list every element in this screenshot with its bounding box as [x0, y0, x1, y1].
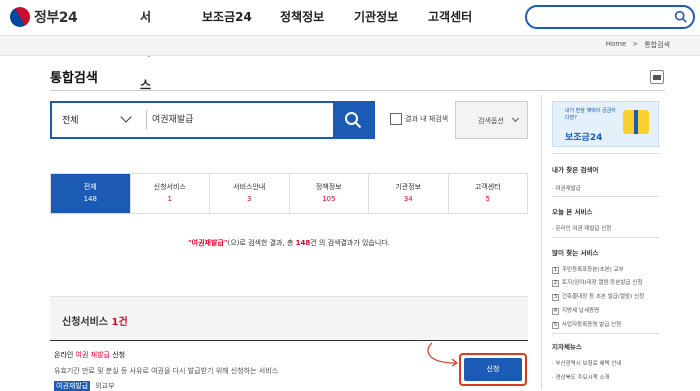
rank-number: 4: [552, 308, 559, 315]
result-tabs: 전체 148 신청서비스 1 서비스안내 3 정책정보 105 기관정보 34 …: [50, 173, 528, 214]
result-item-title[interactable]: 온라인 여권 재발급 신청: [54, 350, 125, 360]
sidebar-my-keyword[interactable]: · 여권재발급: [552, 184, 581, 192]
nav-item-services[interactable]: 서비스: [140, 0, 151, 92]
subsidy24-banner[interactable]: 내가 받을 혜택이 궁금하다면? 보조금24: [552, 101, 659, 147]
search-scope-select[interactable]: 전체: [62, 113, 79, 126]
result-total: 148: [295, 239, 311, 247]
search-icon[interactable]: [674, 10, 687, 23]
nav-item-policy[interactable]: 정책정보: [280, 0, 340, 36]
sidebar-popular-item[interactable]: 3 건축물대장 등·초본 발급(열람) 신청: [552, 292, 644, 301]
popular-item-label: 지방세 납세증명: [562, 308, 600, 314]
chevron-down-icon: [511, 114, 520, 123]
breadcrumb: Home > 통합검색: [606, 40, 670, 50]
popular-item-label: 주민등록표등본(초본) 교부: [562, 267, 624, 273]
rank-number: 1: [552, 267, 559, 274]
header-search-input[interactable]: [525, 5, 695, 29]
tab-policy-info[interactable]: 정책정보 105: [288, 174, 368, 213]
sidebar-popular-item[interactable]: 2 토지(임야)대장 열람·등본발급 신청: [552, 278, 642, 287]
chevron-down-icon[interactable]: [120, 111, 132, 123]
apply-button[interactable]: 신청: [464, 358, 522, 381]
banner-caption: 내가 받을 혜택이 궁금하다면?: [565, 108, 616, 121]
sidebar-popular-item[interactable]: 4 지방세 납세증명: [552, 306, 599, 315]
section-title: 신청서비스 1건: [62, 313, 128, 328]
site-header: 정부24 서비스 보조금24 정책정보 기관정보 고객센터: [0, 0, 700, 92]
breadcrumb-home[interactable]: Home: [606, 40, 627, 50]
sidebar-divider: [552, 196, 659, 197]
tab-count: 3: [247, 195, 252, 203]
item-title-prefix: 온라인: [54, 351, 76, 359]
tab-label: 고객센터: [474, 183, 501, 191]
tab-label: 정책정보: [315, 183, 342, 191]
sidebar-popular-item[interactable]: 5 사업자등록증명 발급 신청: [552, 320, 621, 329]
search-icon: [345, 112, 362, 129]
rank-number: 2: [552, 280, 559, 287]
search-within-label[interactable]: 결과 내 재검색: [405, 114, 448, 124]
result-summary: "여권재발급"(으)로 검색한 결과, 총 148건 의 검색결과가 있습니다.: [50, 238, 528, 248]
breadcrumb-separator: >: [632, 40, 639, 48]
sidebar-popular-title: 많이 찾는 서비스: [552, 249, 599, 257]
tab-all[interactable]: 전체 148: [51, 174, 130, 213]
result-text-tail: 건 의 검색결과가 있습니다.: [310, 239, 390, 247]
popular-item-label: 건축물대장 등·초본 발급(열람) 신청: [562, 294, 645, 300]
tab-count: 105: [322, 195, 336, 203]
rank-number: 3: [552, 294, 559, 301]
tab-agency-info[interactable]: 기관정보 34: [368, 174, 448, 213]
sidebar-news-title: 지자체뉴스: [552, 343, 582, 351]
tab-count: 5: [485, 195, 490, 203]
search-button[interactable]: [333, 101, 375, 139]
annotation-arrow-icon: [427, 342, 459, 367]
search-options-label: 검색옵션: [478, 117, 504, 125]
sidebar-today-item[interactable]: · 온라인 여권 재발급 신청: [552, 224, 611, 232]
breadcrumb-bar: Home > 통합검색: [0, 36, 700, 56]
result-keyword: "여권재발급": [188, 239, 228, 247]
sidebar-today-title: 오늘 본 서비스: [552, 208, 593, 216]
tab-label: 기관정보: [395, 183, 422, 191]
sidebar: 내가 받을 혜택이 궁금하다면? 보조금24 내가 찾은 검색어 · 여권재발급…: [541, 95, 665, 390]
result-item-description: 유효기간 만료 및 분실 등 사유로 여권을 다시 발급받기 위해 신청하는 서…: [54, 367, 279, 375]
title-divider: [50, 90, 665, 91]
result-text: (으)로 검색한 결과, 총: [227, 239, 296, 247]
section-header: 신청서비스 1건: [50, 296, 528, 340]
site-logo-text: 정부24: [34, 10, 78, 26]
search-options-button[interactable]: 검색옵션: [455, 101, 528, 139]
tab-count: 1: [167, 195, 172, 203]
nav-item-subsidy24[interactable]: 보조금24: [202, 0, 262, 36]
search-within-checkbox[interactable]: [390, 113, 402, 125]
sidebar-news-item[interactable]: · 부산광역시 보험료 혜택 안내: [552, 359, 621, 367]
tab-count: 148: [83, 195, 97, 203]
nav-item-agency[interactable]: 기관정보: [354, 0, 414, 36]
rank-number: 5: [552, 322, 559, 329]
sidebar-popular-item[interactable]: 1 주민등록표등본(초본) 교부: [552, 265, 624, 274]
tab-label: 신청서비스: [153, 183, 186, 191]
scope-divider: [146, 111, 147, 129]
sidebar-my-keywords-title: 내가 찾은 검색어: [552, 166, 599, 174]
tab-label: 전체: [83, 183, 97, 191]
section-title-text: 신청서비스: [62, 317, 108, 328]
sidebar-divider: [552, 237, 659, 238]
search-input[interactable]: [152, 113, 322, 123]
tab-count: 34: [403, 195, 413, 203]
popular-item-label: 사업자등록증명 발급 신청: [562, 322, 622, 328]
tab-customer-center[interactable]: 고객센터 5: [447, 174, 527, 213]
tab-label: 서비스안내: [233, 183, 266, 191]
page-title: 통합검색: [50, 71, 98, 86]
print-icon[interactable]: [650, 70, 664, 84]
sidebar-divider: [552, 153, 659, 154]
nav-item-support[interactable]: 고객센터: [428, 0, 488, 36]
tab-service-guide[interactable]: 서비스안내 3: [209, 174, 289, 213]
tab-application-services[interactable]: 신청서비스 1: [129, 174, 209, 213]
sidebar-news-item[interactable]: · 경상북도 주요시책 소개: [552, 373, 610, 381]
site-logo[interactable]: 정부24: [6, 3, 78, 31]
breadcrumb-current: 통합검색: [644, 41, 670, 49]
sidebar-divider: [552, 333, 659, 334]
item-title-highlight: 여권 재발급: [75, 351, 110, 359]
taegeuk-icon: [6, 3, 34, 31]
banner-title: 보조금24: [565, 133, 603, 143]
section-count-unit: 건: [118, 317, 128, 328]
popular-item-label: 토지(임야)대장 열람·등본발급 신청: [562, 280, 643, 286]
gift-icon: [623, 110, 649, 134]
item-title-suffix: 신청: [109, 351, 126, 359]
search-box: 전체: [50, 101, 375, 139]
